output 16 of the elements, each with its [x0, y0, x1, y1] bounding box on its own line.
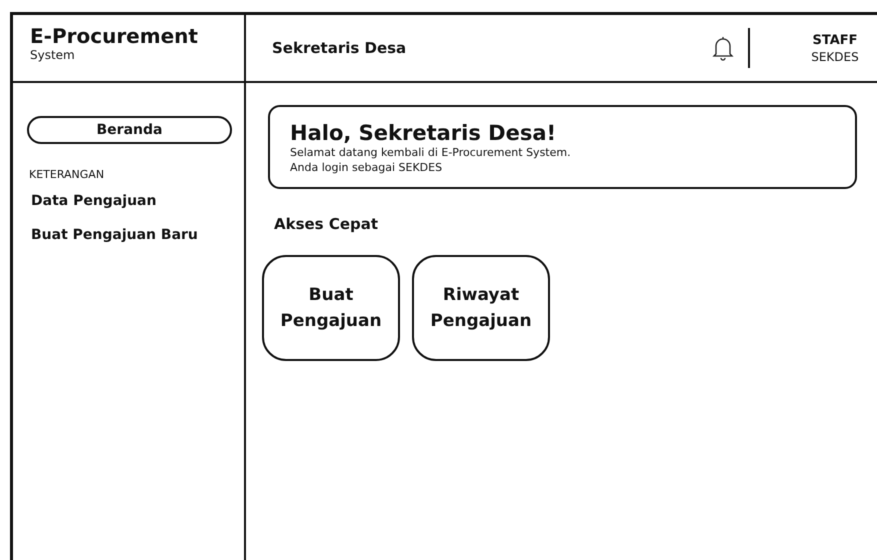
welcome-text: Selamat datang kembali di E-Procurement System.	[290, 145, 572, 160]
page-title: Sekretaris Desa	[272, 39, 408, 57]
quick-access-button[interactable]: Riwayat Pengajuan	[412, 255, 550, 361]
section-title: Akses Cepat	[274, 215, 380, 233]
welcome-text: Anda login sebagai SEKDES	[290, 160, 444, 175]
user-name: SEKDES	[810, 50, 860, 64]
quick-access-button[interactable]: Buat Pengajuan	[262, 255, 400, 361]
bell-icon[interactable]	[712, 35, 734, 61]
user-role: STAFF	[811, 32, 859, 48]
welcome-title: Halo, Sekretaris Desa!	[290, 121, 558, 145]
sidebar-item[interactable]: Beranda	[27, 116, 232, 144]
app-title: E-Procurement	[30, 24, 199, 48]
sidebar-item[interactable]: Data Pengajuan	[27, 187, 172, 215]
sidebar-item[interactable]: Buat Pengajuan Baru	[27, 221, 214, 249]
app-subtitle: System	[30, 48, 76, 62]
section-label: KETERANGAN	[29, 168, 104, 181]
